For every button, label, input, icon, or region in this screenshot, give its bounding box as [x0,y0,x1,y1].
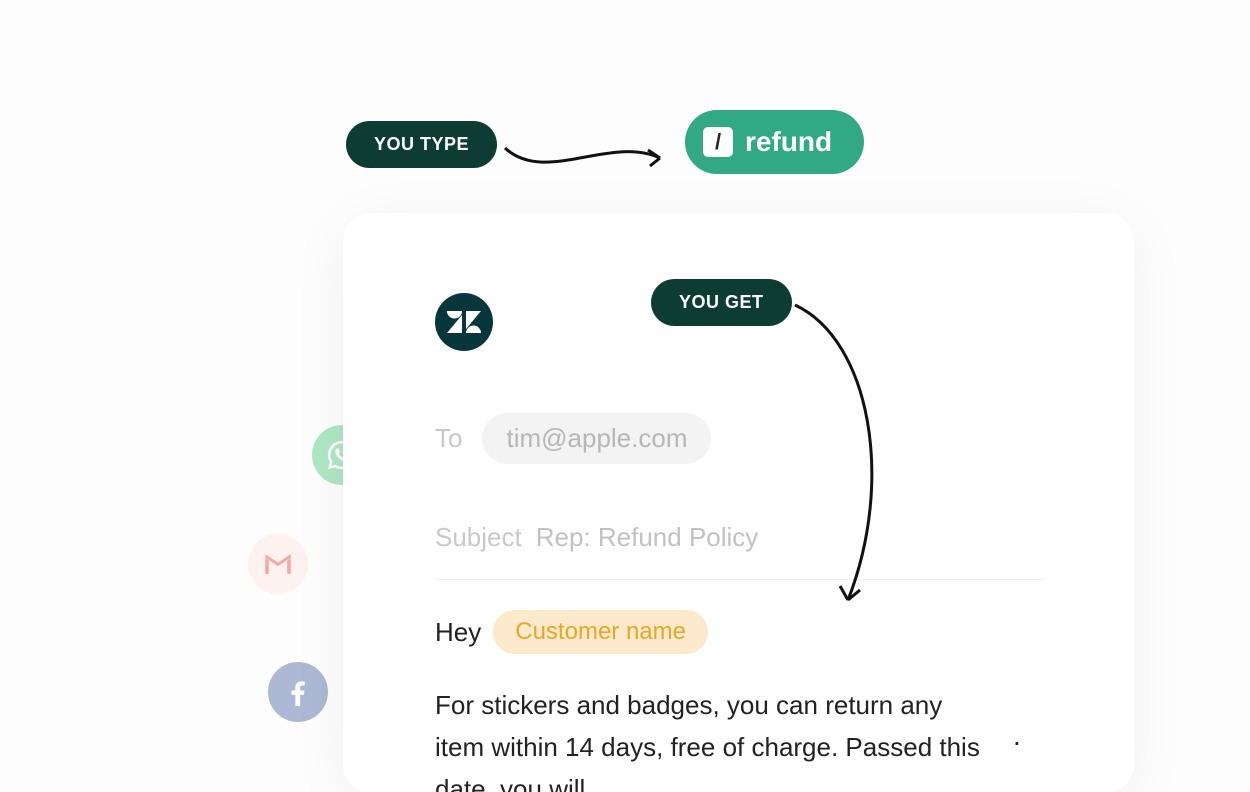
you-get-pill: YOU GET [651,279,792,326]
divider [435,579,1044,580]
subject-label: Subject [435,522,522,553]
greeting-word: Hey [435,617,481,648]
you-type-pill: YOU TYPE [346,121,497,168]
greeting-row: Hey Customer name [435,610,1044,654]
slash-command-pill: / refund [685,110,864,174]
facebook-icon [268,662,328,722]
customer-name-chip: Customer name [493,610,708,654]
to-label: To [435,423,462,454]
subject-value: Rep: Refund Policy [536,522,759,553]
gmail-icon [248,534,308,594]
text-cursor-dot: . [1013,720,1021,752]
slash-icon: / [703,127,733,157]
slash-command-text: refund [745,126,832,158]
recipient-chip: tim@apple.com [482,413,711,464]
email-body-text: For stickers and badges, you can return … [435,684,995,792]
arrow-get-to-body-icon [790,300,910,620]
subject-row: Subject Rep: Refund Policy [435,522,1044,553]
arrow-type-to-command-icon [500,130,680,190]
zendesk-icon [435,293,493,351]
to-row: To tim@apple.com [435,413,1044,464]
